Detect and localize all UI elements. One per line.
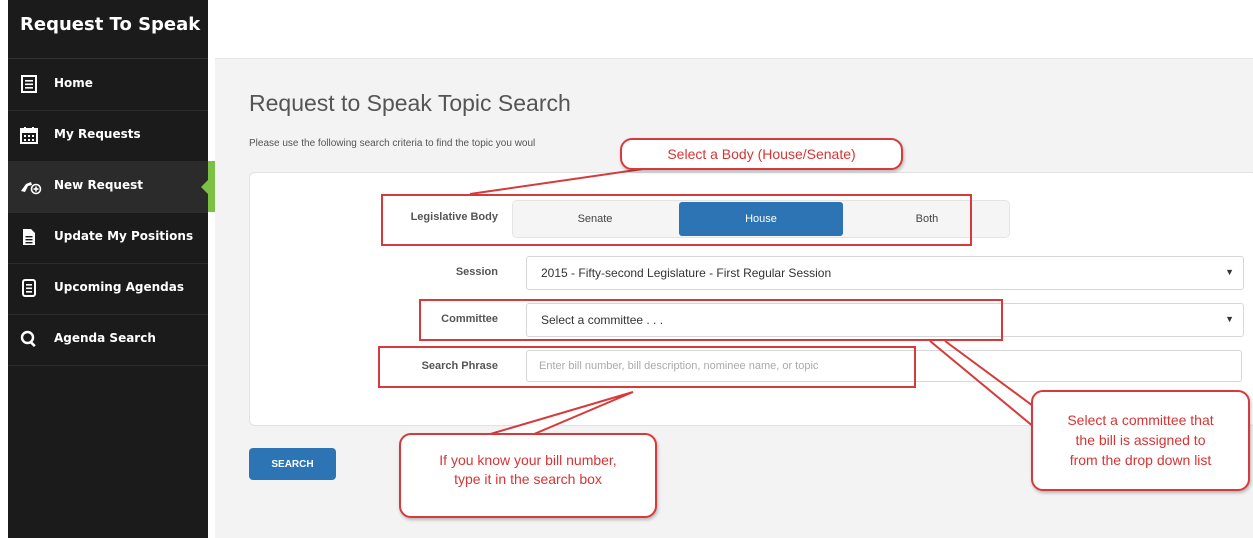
search-button[interactable]: SEARCH	[249, 448, 336, 480]
sidebar-item-update-my-positions[interactable]: Update My Positions	[8, 212, 208, 264]
calendar-icon	[20, 127, 38, 144]
callout-committee: Select a committee that the bill is assi…	[1031, 390, 1250, 491]
callout-bill-line-1: If you know your bill number,	[439, 452, 617, 468]
session-select[interactable]: 2015 - Fifty-second Legislature - First …	[526, 256, 1244, 290]
sidebar-item-label: Agenda Search	[54, 331, 156, 345]
callout-committee-line-1: Select a committee that	[1067, 412, 1214, 428]
page-intro: Please use the following search criteria…	[249, 138, 536, 149]
list-doc-icon	[22, 279, 36, 297]
top-bar	[215, 0, 1253, 59]
sidebar: Request To Speak Home My Requests New Re…	[8, 0, 215, 538]
sidebar-item-label: New Request	[54, 178, 143, 192]
session-value: 2015 - Fifty-second Legislature - First …	[541, 266, 832, 280]
page-title: Request to Speak Topic Search	[249, 90, 571, 116]
app-title: Request To Speak	[20, 14, 201, 35]
sidebar-item-agenda-search[interactable]: Agenda Search	[8, 314, 208, 366]
sidebar-item-label: My Requests	[54, 127, 141, 141]
callout-committee-line-2: the bill is assigned to	[1075, 432, 1206, 448]
sidebar-item-my-requests[interactable]: My Requests	[8, 110, 208, 162]
app-brand: Request To Speak	[8, 0, 208, 59]
sidebar-item-upcoming-agendas[interactable]: Upcoming Agendas	[8, 263, 208, 315]
document-icon	[21, 75, 37, 93]
file-icon	[23, 229, 35, 245]
callout-bill-line-2: type it in the search box	[454, 471, 602, 487]
sidebar-item-home[interactable]: Home	[8, 59, 208, 111]
window-edge	[0, 0, 8, 538]
sidebar-item-label: Upcoming Agendas	[54, 280, 185, 294]
sidebar-item-label: Update My Positions	[54, 229, 194, 243]
callout-committee-line-3: from the drop down list	[1069, 452, 1212, 468]
chevron-down-icon: ▼	[1225, 267, 1234, 277]
search-phrase-highlight	[378, 346, 916, 388]
sidebar-item-label: Home	[54, 76, 93, 90]
search-icon	[20, 330, 36, 348]
chevron-down-icon: ▼	[1225, 314, 1234, 324]
callout-bill-number: If you know your bill number, type it in…	[399, 433, 657, 518]
callout-select-body: Select a Body (House/Senate)	[620, 138, 903, 170]
legislative-body-highlight	[381, 194, 972, 246]
session-label: Session	[455, 266, 498, 278]
committee-highlight	[419, 299, 1003, 341]
sidebar-item-new-request[interactable]: New Request	[8, 161, 215, 213]
hand-plus-icon	[21, 182, 42, 195]
